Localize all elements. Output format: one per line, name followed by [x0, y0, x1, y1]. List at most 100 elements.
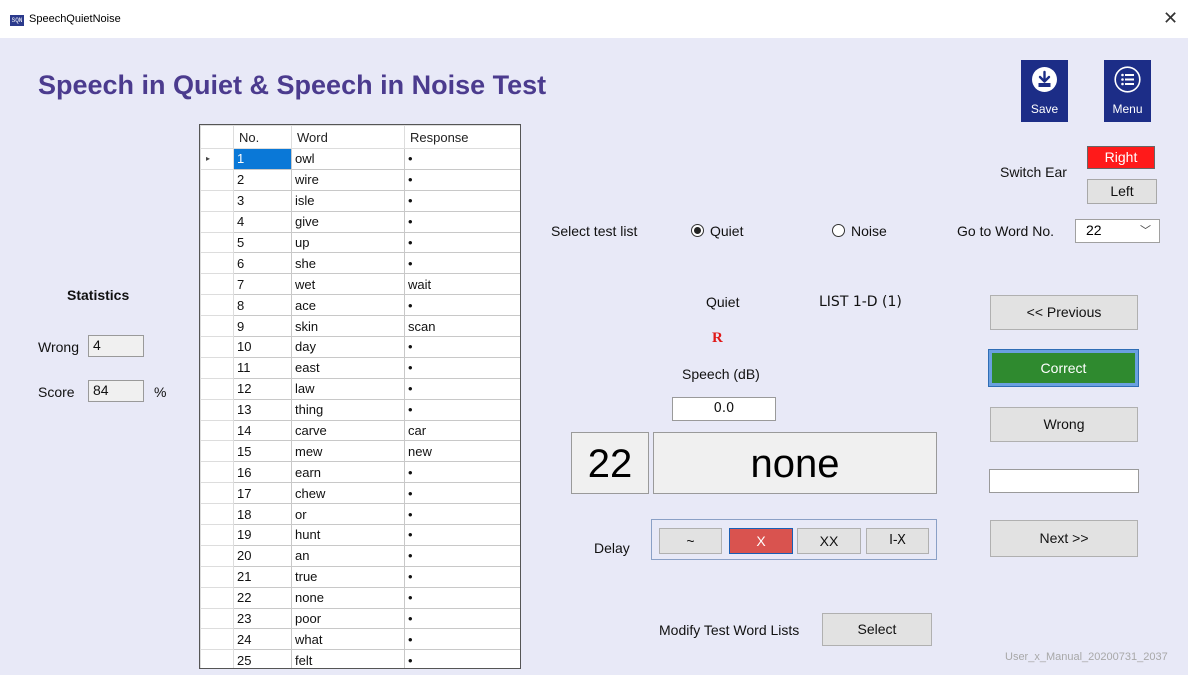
cell-no[interactable]: 11	[233, 356, 292, 379]
row-header-cell[interactable]	[200, 315, 234, 338]
delay-xx-button[interactable]: XX	[797, 528, 861, 554]
cell-no[interactable]: 18	[233, 503, 292, 526]
row-header-cell[interactable]	[200, 544, 234, 567]
cell-word[interactable]: wire	[291, 168, 405, 191]
row-header-cell[interactable]	[200, 231, 234, 254]
cell-no[interactable]: 15	[233, 440, 292, 463]
speech-db-input[interactable]: 0.0	[672, 397, 776, 421]
cell-word[interactable]: true	[291, 565, 405, 588]
table-row[interactable]: 24 what •	[200, 628, 520, 651]
row-header-cell[interactable]	[200, 607, 234, 630]
table-row[interactable]: 11 east •	[200, 356, 520, 379]
cell-no[interactable]: 14	[233, 419, 292, 442]
row-header-cell[interactable]	[200, 503, 234, 526]
row-header-cell[interactable]	[200, 294, 234, 317]
cell-word[interactable]: she	[291, 252, 405, 275]
correct-button[interactable]: Correct	[988, 349, 1139, 387]
row-header-cell[interactable]	[200, 336, 234, 358]
cell-word[interactable]: carve	[291, 419, 405, 442]
row-header-cell[interactable]	[200, 524, 234, 546]
cell-response[interactable]: •	[404, 565, 520, 588]
table-row[interactable]: 22 none •	[200, 586, 520, 609]
delay-x-button[interactable]: X	[729, 528, 793, 554]
cell-no[interactable]: 19	[233, 524, 292, 546]
table-row[interactable]: 16 earn •	[200, 461, 520, 484]
table-row[interactable]: 6 she •	[200, 252, 520, 275]
table-row[interactable]: 12 law •	[200, 377, 520, 400]
table-row[interactable]: 8 ace •	[200, 294, 520, 317]
cell-no[interactable]: 17	[233, 482, 292, 505]
row-header-cell[interactable]	[200, 398, 234, 421]
cell-no[interactable]: 24	[233, 628, 292, 651]
cell-response[interactable]: •	[404, 544, 520, 567]
cell-word[interactable]: ace	[291, 294, 405, 317]
table-row[interactable]: 4 give •	[200, 210, 520, 233]
table-row[interactable]: 25 felt •	[200, 649, 520, 668]
row-header-cell[interactable]	[200, 377, 234, 400]
cell-response[interactable]: •	[404, 148, 520, 170]
row-header-cell[interactable]	[200, 440, 234, 463]
row-header-cell[interactable]: ▸	[200, 148, 234, 170]
table-row[interactable]: 18 or •	[200, 503, 520, 526]
table-row[interactable]: ▸ 1 owl •	[200, 148, 520, 170]
cell-no[interactable]: 6	[233, 252, 292, 275]
cell-word[interactable]: felt	[291, 649, 405, 668]
cell-response[interactable]: •	[404, 503, 520, 526]
row-header-cell[interactable]	[200, 168, 234, 191]
close-icon[interactable]: ✕	[1163, 8, 1178, 28]
table-row[interactable]: 21 true •	[200, 565, 520, 588]
table-row[interactable]: 20 an •	[200, 544, 520, 567]
response-input[interactable]	[989, 469, 1139, 493]
cell-response[interactable]: •	[404, 398, 520, 421]
row-header-cell[interactable]	[200, 628, 234, 651]
row-header-cell[interactable]	[200, 419, 234, 442]
row-header-cell[interactable]	[200, 273, 234, 296]
next-button[interactable]: Next >>	[990, 520, 1138, 557]
cell-response[interactable]: scan	[404, 315, 520, 338]
quiet-radio[interactable]: Quiet	[691, 223, 743, 239]
table-row[interactable]: 2 wire •	[200, 168, 520, 191]
go-to-word-dropdown[interactable]: 22 ﹀	[1075, 219, 1160, 243]
cell-word[interactable]: thing	[291, 398, 405, 421]
right-ear-button[interactable]: Right	[1087, 146, 1155, 169]
previous-button[interactable]: << Previous	[990, 295, 1138, 330]
table-row[interactable]: 7 wet wait	[200, 273, 520, 296]
word-grid[interactable]: No. Word Response ▸ 1 owl • 2 wire • 3 isle • 4 giv…	[199, 124, 521, 669]
cell-word[interactable]: chew	[291, 482, 405, 505]
cell-word[interactable]: or	[291, 503, 405, 526]
cell-word[interactable]: hunt	[291, 524, 405, 546]
table-row[interactable]: 17 chew •	[200, 482, 520, 505]
cell-word[interactable]: give	[291, 210, 405, 233]
cell-no[interactable]: 20	[233, 544, 292, 567]
row-header-cell[interactable]	[200, 189, 234, 212]
cell-no[interactable]: 16	[233, 461, 292, 484]
cell-no[interactable]: 22	[233, 586, 292, 609]
row-header-cell[interactable]	[200, 356, 234, 379]
cell-word[interactable]: east	[291, 356, 405, 379]
cell-response[interactable]: car	[404, 419, 520, 442]
cell-response[interactable]: •	[404, 252, 520, 275]
delay-tilde-button[interactable]: ~	[659, 528, 722, 554]
cell-word[interactable]: none	[291, 586, 405, 609]
noise-radio[interactable]: Noise	[832, 223, 887, 239]
delay-ix-button[interactable]: I-X	[866, 528, 929, 554]
cell-no[interactable]: 5	[233, 231, 292, 254]
cell-response[interactable]: •	[404, 628, 520, 651]
cell-response[interactable]: •	[404, 586, 520, 609]
select-word-list-button[interactable]: Select	[822, 613, 932, 646]
cell-response[interactable]: •	[404, 210, 520, 233]
cell-no[interactable]: 8	[233, 294, 292, 317]
cell-no[interactable]: 10	[233, 336, 292, 358]
cell-word[interactable]: what	[291, 628, 405, 651]
row-header-cell[interactable]	[200, 461, 234, 484]
cell-word[interactable]: owl	[291, 148, 405, 170]
cell-response[interactable]: new	[404, 440, 520, 463]
cell-no[interactable]: 1	[233, 148, 292, 170]
cell-word[interactable]: up	[291, 231, 405, 254]
menu-button[interactable]: Menu	[1104, 60, 1151, 122]
table-row[interactable]: 10 day •	[200, 336, 520, 358]
cell-response[interactable]: •	[404, 377, 520, 400]
cell-no[interactable]: 12	[233, 377, 292, 400]
cell-word[interactable]: isle	[291, 189, 405, 212]
cell-response[interactable]: wait	[404, 273, 520, 296]
